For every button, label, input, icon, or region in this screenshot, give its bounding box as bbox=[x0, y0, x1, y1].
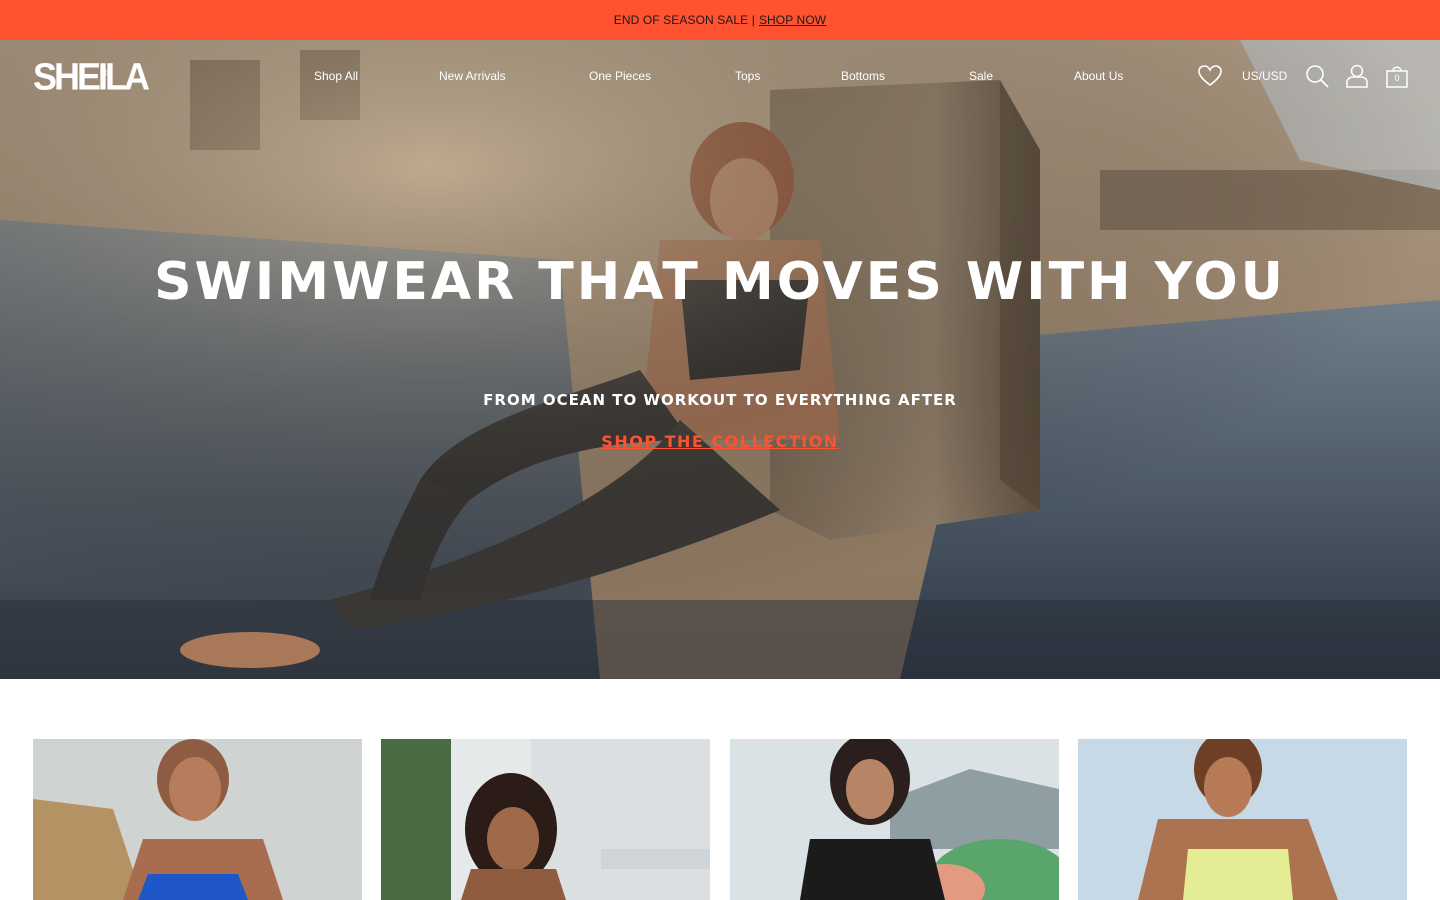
product-card-2[interactable] bbox=[381, 739, 710, 900]
header-tools: US/USD 0 bbox=[0, 64, 1440, 92]
announcement-text: END OF SEASON SALE | bbox=[613, 13, 755, 27]
hero-subtitle: FROM OCEAN TO WORKOUT TO EVERYTHING AFTE… bbox=[483, 391, 957, 409]
product-card-3[interactable] bbox=[730, 739, 1059, 900]
search-icon[interactable] bbox=[1305, 64, 1329, 88]
currency-selector[interactable]: US/USD bbox=[1242, 69, 1287, 83]
bag-icon[interactable]: 0 bbox=[1386, 64, 1408, 88]
product-image-1 bbox=[33, 739, 362, 900]
product-image-3 bbox=[730, 739, 1059, 900]
hero-title: SWIMWEAR THAT MOVES WITH YOU bbox=[154, 252, 1286, 312]
announcement-shop-now-link[interactable]: SHOP NOW bbox=[759, 13, 826, 27]
announcement-bar: END OF SEASON SALE | SHOP NOW bbox=[0, 0, 1440, 40]
site-header: SHEILA ® Shop All New Arrivals One Piece… bbox=[0, 40, 1440, 115]
heart-icon[interactable] bbox=[1198, 64, 1222, 88]
shop-the-collection-link[interactable]: SHOP THE COLLECTION bbox=[601, 432, 838, 451]
product-grid bbox=[0, 739, 1440, 900]
product-image-2 bbox=[381, 739, 710, 900]
hero-cta-wrapper: SHOP THE COLLECTION bbox=[0, 432, 1440, 452]
user-icon[interactable] bbox=[1346, 64, 1368, 88]
product-card-1[interactable] bbox=[33, 739, 362, 900]
cart-count: 0 bbox=[1394, 73, 1400, 83]
product-card-4[interactable] bbox=[1078, 739, 1407, 900]
product-image-4 bbox=[1078, 739, 1407, 900]
hero-banner: SWIMWEAR THAT MOVES WITH YOU FROM OCEAN … bbox=[0, 40, 1440, 679]
hero-image bbox=[0, 40, 1440, 679]
